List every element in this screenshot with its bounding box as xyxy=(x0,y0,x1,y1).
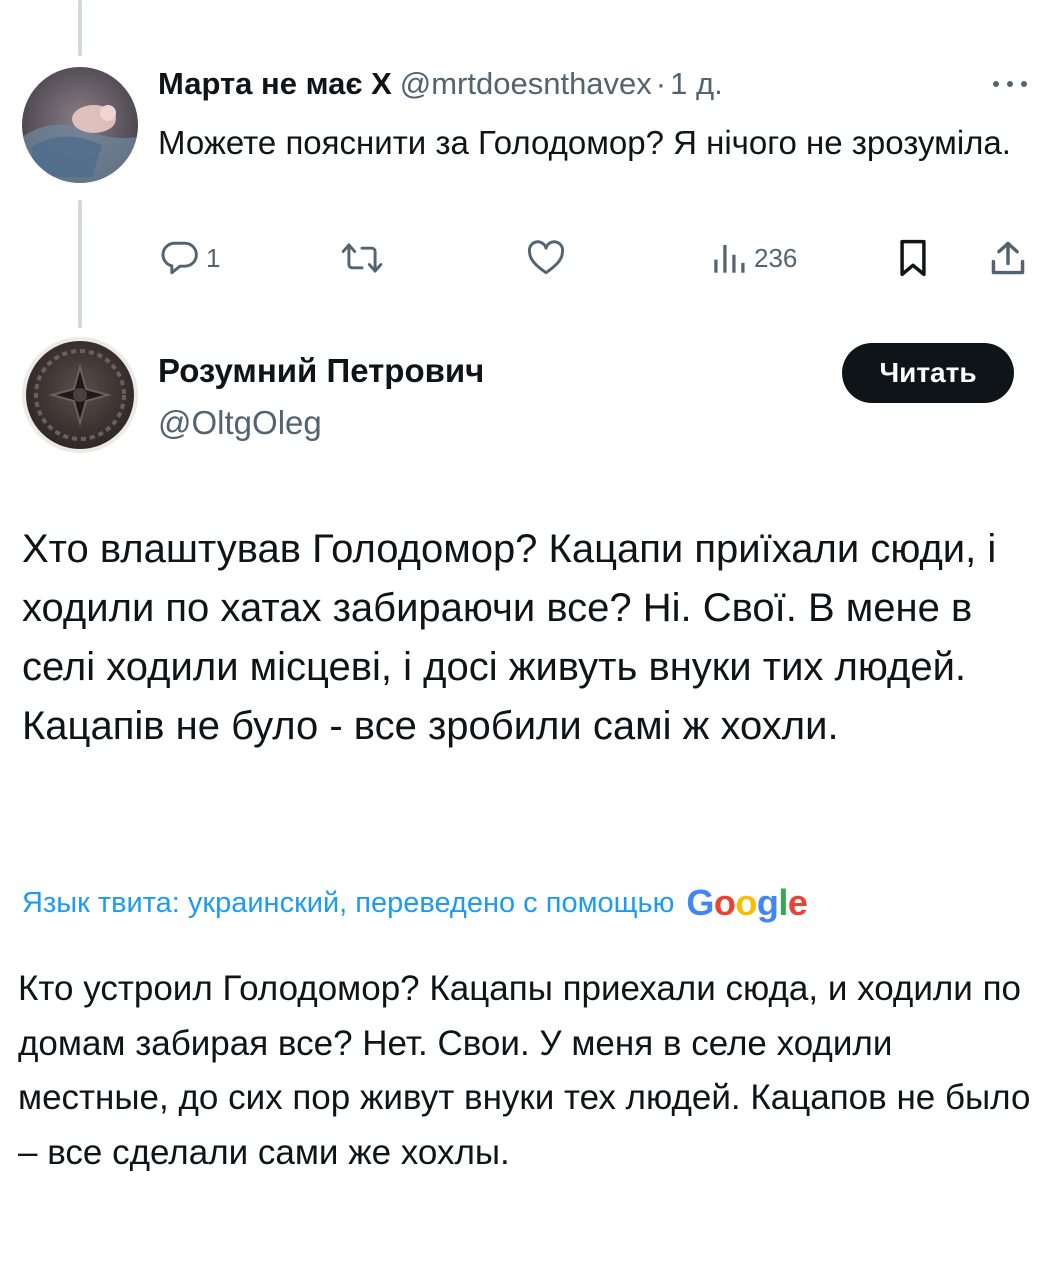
reply-author-handle[interactable]: @mrtdoesnthavex xyxy=(400,66,652,101)
reply-avatar[interactable] xyxy=(22,67,138,183)
separator-dot: · xyxy=(655,66,667,101)
bookmark-icon xyxy=(894,238,932,278)
reply-action-bar: 1 236 xyxy=(0,236,1055,280)
main-author-handle[interactable]: @OltgOleg xyxy=(158,404,322,442)
views-button[interactable]: 236 xyxy=(710,240,797,276)
reply-icon xyxy=(160,240,200,276)
heart-icon xyxy=(526,240,566,276)
translated-tweet-text: Кто устроил Голодомор? Кацапы приехали с… xyxy=(18,969,1031,1172)
reply-author-name[interactable]: Марта не має Х xyxy=(158,66,392,101)
main-author-name[interactable]: Розумний Петрович xyxy=(158,352,484,390)
translation-notice-text: Язык твита: украинский, переведено с пом… xyxy=(22,886,675,919)
google-logo: Google xyxy=(686,882,808,923)
thread-line-top xyxy=(78,0,82,56)
views-icon xyxy=(710,240,748,276)
views-count: 236 xyxy=(754,242,798,273)
retweet-icon xyxy=(340,240,384,276)
more-options-icon[interactable] xyxy=(990,74,1030,94)
like-button[interactable] xyxy=(526,240,566,276)
reply-text: Можете пояснити за Голодомор? Я нічого н… xyxy=(158,124,1011,161)
share-icon xyxy=(988,238,1028,278)
retweet-button[interactable] xyxy=(340,240,384,276)
share-button[interactable] xyxy=(988,238,1028,278)
follow-button[interactable]: Читать xyxy=(842,343,1014,403)
reply-count: 1 xyxy=(206,242,221,273)
reply-header: Марта не має Х @mrtdoesnthavex · 1 д. xyxy=(158,66,723,102)
main-tweet-text: Хто влаштував Голодомор? Кацапи приїхали… xyxy=(22,527,997,748)
reply-button[interactable]: 1 xyxy=(160,240,220,276)
main-avatar[interactable] xyxy=(22,337,138,453)
translation-notice[interactable]: Язык твита: украинский, переведено с пом… xyxy=(22,882,808,924)
thread-line-connector xyxy=(78,200,82,328)
bookmark-button[interactable] xyxy=(894,238,932,278)
reply-timestamp[interactable]: 1 д. xyxy=(670,66,723,101)
